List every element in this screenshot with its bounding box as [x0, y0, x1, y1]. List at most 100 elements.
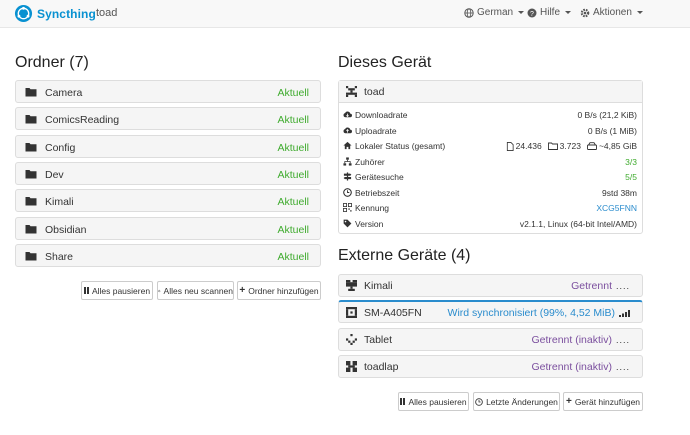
folder-panel[interactable]: Obsidian Aktuell [15, 216, 321, 240]
remote-device-sm-a405fn[interactable]: SM-A405FN Wird synchronisiert (99%, 4,52… [338, 300, 643, 323]
folder-status: Aktuell [277, 223, 309, 236]
recent-changes-button[interactable]: Letzte Änderungen [473, 392, 560, 411]
pause-all-devices-button[interactable]: Alles pausieren [398, 392, 469, 411]
this-device-name: toad [364, 86, 385, 98]
uptime-label: Betriebszeit [355, 187, 400, 198]
device-identicon-icon [346, 307, 357, 318]
download-rate-value: 0 B/s (21,2 KiB) [577, 110, 637, 120]
device-id-row: Kennung XCG5FNN [339, 200, 642, 216]
folder-icon [25, 224, 37, 233]
local-state-value: 24.436 3.723 ~4,85 GiB [506, 141, 637, 151]
add-folder-button[interactable]: + Ordner hinzufügen [237, 281, 321, 300]
hdd-icon [587, 142, 597, 150]
local-size-value: ~4,85 GiB [598, 141, 637, 151]
chevron-down-icon [565, 11, 572, 14]
remote-device-status: Getrennt (inaktiv).... [531, 361, 630, 373]
folder-panel[interactable]: ComicsReading Aktuell [15, 107, 321, 131]
pause-all-label: Alles pausieren [91, 285, 151, 296]
pause-all-label: Alles pausieren [408, 396, 467, 407]
folder-name: Camera [45, 87, 83, 99]
remote-device-name: toadlap [364, 361, 399, 373]
history-icon [475, 397, 483, 406]
upload-rate-value: 0 B/s (1 MiB) [587, 125, 637, 136]
uptime-value: 9std 38m [602, 187, 637, 198]
recent-changes-label: Letzte Änderungen [486, 396, 558, 407]
folder-panel[interactable]: Config Aktuell [15, 134, 321, 158]
help-icon: ? [527, 8, 537, 18]
home-icon [343, 141, 352, 150]
cloud-upload-icon [343, 126, 352, 133]
folder-status: Aktuell [277, 114, 309, 127]
syncthing-logo-icon [14, 4, 33, 23]
rescan-all-button[interactable]: Alles neu scannen [157, 281, 234, 300]
this-device-header[interactable]: toad [339, 81, 642, 103]
folder-status: Aktuell [277, 250, 309, 263]
folder-name: Obsidian [45, 223, 87, 236]
remote-device-status: Getrennt (inaktiv).... [531, 334, 630, 346]
navbar: Syncthing toad German ? Hilfe Aktionen [0, 0, 690, 28]
status-text: Getrennt (inaktiv) [531, 334, 612, 346]
remote-device-tablet[interactable]: Tablet Getrennt (inaktiv).... [338, 328, 643, 351]
svg-text:?: ? [530, 11, 534, 18]
local-dirs-count: 3.723 [559, 141, 581, 151]
remote-device-status: Getrennt.... [571, 280, 630, 292]
help-label: Hilfe [540, 7, 561, 18]
folder-panel[interactable]: Kimali Aktuell [15, 189, 321, 213]
folder-panel[interactable]: Camera Aktuell [15, 80, 321, 103]
help-menu[interactable]: ? Hilfe [527, 7, 572, 18]
connection-dots-icon: .... [615, 335, 630, 345]
remote-device-status: Wird synchronisiert (99%, 4,52 MiB) [448, 307, 630, 319]
brand-logo[interactable]: Syncthing [14, 4, 96, 23]
download-rate-row: Downloadrate 0 B/s (21,2 KiB) [339, 107, 642, 123]
gear-icon [580, 8, 590, 17]
folder-name: Config [45, 141, 76, 154]
language-label: German [477, 7, 514, 18]
folders-title: Ordner (7) [15, 54, 89, 71]
folder-panel[interactable]: Share Aktuell [15, 243, 321, 267]
remote-devices-title: Externe Geräte (4) [338, 247, 471, 264]
status-text: Getrennt [571, 280, 612, 292]
this-device-title: Dieses Gerät [338, 54, 432, 71]
plus-icon: + [565, 396, 572, 407]
local-state-label: Lokaler Status (gesamt) [355, 141, 446, 151]
folder-status: Aktuell [277, 196, 309, 209]
chevron-down-icon [518, 11, 525, 14]
tag-icon [343, 219, 352, 227]
folder-status: Aktuell [277, 87, 309, 99]
folder-icon [547, 142, 558, 150]
listeners-value[interactable]: 3/3 [625, 157, 637, 167]
cloud-download-icon [343, 111, 352, 118]
folder-panel[interactable]: Dev Aktuell [15, 161, 321, 185]
listeners-label: Zuhörer [355, 156, 385, 167]
signal-strength-icon [619, 310, 630, 317]
remote-device-toadlap[interactable]: toadlap Getrennt (inaktiv).... [338, 355, 643, 378]
listeners-row: Zuhörer 3/3 [339, 154, 642, 170]
device-identicon-icon [346, 280, 357, 291]
folder-status: Aktuell [277, 168, 309, 181]
remote-device-kimali[interactable]: Kimali Getrennt.... [338, 274, 643, 297]
sitemap-icon [343, 156, 352, 166]
device-id-link[interactable]: XCG5FNN [596, 203, 637, 213]
download-rate-label: Downloadrate [355, 110, 408, 120]
refresh-icon [158, 289, 161, 292]
folder-icon [25, 169, 37, 179]
device-identicon-icon [346, 86, 357, 97]
nav-device-name: toad [96, 7, 118, 19]
pause-icon [400, 398, 406, 405]
add-device-button[interactable]: + Gerät hinzufügen [563, 392, 643, 411]
brand-name: Syncthing [37, 6, 96, 21]
add-folder-label: Ordner hinzufügen [248, 285, 319, 296]
pause-all-folders-button[interactable]: Alles pausieren [81, 281, 153, 300]
local-state-row: Lokaler Status (gesamt) 24.436 3.723 ~4,… [339, 138, 642, 154]
language-menu[interactable]: German [464, 7, 525, 18]
local-files-count: 24.436 [515, 141, 542, 151]
rescan-all-label: Alles neu scannen [163, 285, 233, 296]
device-id-label: Kennung [355, 203, 390, 213]
discovery-value[interactable]: 5/5 [625, 172, 637, 182]
actions-menu[interactable]: Aktionen [580, 7, 643, 18]
discovery-row: Gerätesuche 5/5 [339, 169, 642, 185]
device-identicon-icon [346, 361, 357, 372]
status-text: Wird synchronisiert (99%, 4,52 MiB) [447, 307, 615, 319]
folder-name: ComicsReading [45, 114, 120, 127]
plus-icon: + [239, 285, 246, 296]
